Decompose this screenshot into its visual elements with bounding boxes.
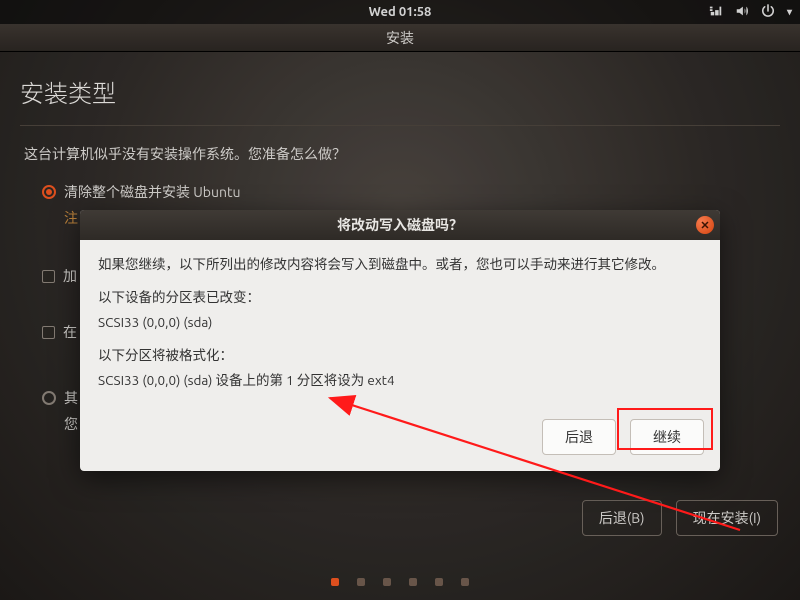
dialog-format-item: SCSI33 (0,0,0) (sda) 设备上的第 1 分区将设为 ext4 — [98, 370, 702, 391]
dialog-partitions-changed-head: 以下设备的分区表已改变： — [98, 287, 702, 308]
dialog-partitions-changed-item: SCSI33 (0,0,0) (sda) — [98, 312, 702, 333]
dialog-body: 如果您继续，以下所列出的修改内容将会写入到磁盘中。或者，您也可以手动来进行其它修… — [80, 240, 720, 409]
dialog-titlebar: 将改动写入磁盘吗？ ✕ — [80, 210, 720, 240]
dialog-continue-button[interactable]: 继续 — [630, 419, 704, 455]
close-icon[interactable]: ✕ — [696, 216, 714, 234]
dialog-title: 将改动写入磁盘吗？ — [337, 215, 463, 235]
confirm-dialog: 将改动写入磁盘吗？ ✕ 如果您继续，以下所列出的修改内容将会写入到磁盘中。或者，… — [80, 210, 720, 471]
dialog-line1: 如果您继续，以下所列出的修改内容将会写入到磁盘中。或者，您也可以手动来进行其它修… — [98, 254, 702, 275]
dialog-back-button[interactable]: 后退 — [542, 419, 616, 455]
dialog-format-head: 以下分区将被格式化： — [98, 345, 702, 366]
dialog-actions: 后退 继续 — [80, 409, 720, 471]
